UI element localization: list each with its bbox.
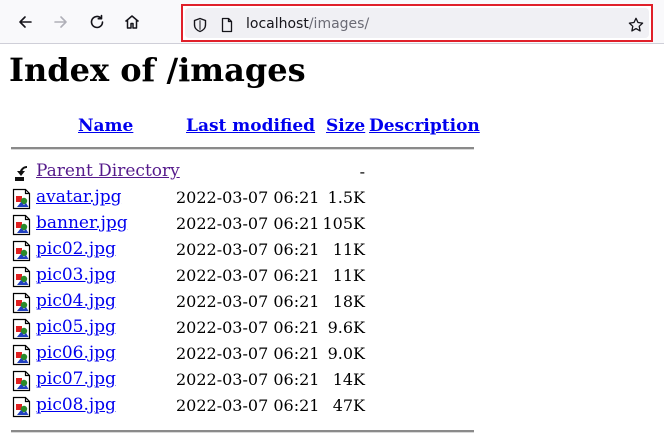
- file-link[interactable]: pic04.jpg: [36, 291, 116, 311]
- image-file-icon: [12, 292, 31, 314]
- file-last-modified: 2022-03-07 06:21: [176, 396, 320, 415]
- file-link[interactable]: banner.jpg: [36, 213, 128, 233]
- sort-by-name-link[interactable]: Name: [78, 116, 133, 136]
- file-last-modified: 2022-03-07 06:21: [176, 344, 320, 363]
- parent-directory-link[interactable]: Parent Directory: [36, 161, 180, 181]
- footer-divider: [11, 430, 474, 433]
- image-file-icon: [12, 318, 31, 340]
- file-last-modified: 2022-03-07 06:21: [176, 292, 320, 311]
- reload-icon: [90, 14, 104, 29]
- file-row: avatar.jpg 2022-03-07 06:21 1.5K: [0, 186, 480, 212]
- file-last-modified: 2022-03-07 06:21: [176, 214, 320, 233]
- file-link[interactable]: pic05.jpg: [36, 317, 116, 337]
- file-link[interactable]: pic02.jpg: [36, 239, 116, 259]
- image-file-icon: [12, 266, 31, 288]
- file-row: pic06.jpg 2022-03-07 06:21 9.0K: [0, 342, 480, 368]
- home-icon: [125, 15, 139, 29]
- file-row: pic03.jpg 2022-03-07 06:21 11K: [0, 264, 480, 290]
- file-size: 9.0K: [327, 344, 365, 363]
- back-folder-icon: [15, 166, 27, 181]
- sort-by-description-link[interactable]: Description: [369, 116, 480, 136]
- file-link[interactable]: pic06.jpg: [36, 343, 116, 363]
- file-row: pic07.jpg 2022-03-07 06:21 14K: [0, 368, 480, 394]
- reload-button[interactable]: [83, 8, 111, 36]
- url-text[interactable]: localhost/images/: [246, 16, 369, 32]
- file-size: 9.6K: [327, 318, 365, 337]
- page-icon[interactable]: [219, 17, 235, 33]
- file-row: pic05.jpg 2022-03-07 06:21 9.6K: [0, 316, 480, 342]
- file-last-modified: 2022-03-07 06:21: [176, 370, 320, 389]
- address-bar[interactable]: localhost/images/: [181, 4, 653, 42]
- file-last-modified: 2022-03-07 06:21: [176, 266, 320, 285]
- header-divider: [11, 147, 474, 150]
- file-size: 47K: [332, 396, 365, 415]
- sort-by-last-modified-link[interactable]: Last modified: [186, 116, 315, 136]
- sort-by-size-link[interactable]: Size: [326, 116, 365, 136]
- forward-arrow-icon: [54, 16, 67, 28]
- parent-directory-row: Parent Directory -: [0, 160, 480, 186]
- image-file-icon: [12, 396, 31, 418]
- shield-icon[interactable]: [192, 17, 208, 33]
- file-row: pic04.jpg 2022-03-07 06:21 18K: [0, 290, 480, 316]
- file-size: 105K: [322, 214, 366, 233]
- file-row: banner.jpg 2022-03-07 06:21 105K: [0, 212, 480, 238]
- image-file-icon: [12, 240, 31, 262]
- file-size: 1.5K: [327, 188, 365, 207]
- file-size: 18K: [332, 292, 365, 311]
- back-arrow-icon: [19, 16, 32, 28]
- file-last-modified: 2022-03-07 06:21: [176, 240, 320, 259]
- file-size: 11K: [332, 266, 365, 285]
- parent-size: -: [359, 162, 365, 181]
- image-file-icon: [12, 214, 31, 236]
- file-link[interactable]: pic03.jpg: [36, 265, 116, 285]
- url-path: /images/: [308, 16, 370, 32]
- address-field[interactable]: localhost/images/: [185, 8, 649, 38]
- home-button[interactable]: [118, 8, 146, 36]
- image-file-icon: [12, 344, 31, 366]
- file-row: pic02.jpg 2022-03-07 06:21 11K: [0, 238, 480, 264]
- page-title: Index of /images: [9, 51, 306, 89]
- file-row: pic08.jpg 2022-03-07 06:21 47K: [0, 394, 480, 420]
- file-size: 11K: [332, 240, 365, 259]
- file-link[interactable]: pic08.jpg: [36, 395, 116, 415]
- image-file-icon: [12, 188, 31, 210]
- bookmark-star-icon[interactable]: [628, 17, 644, 33]
- back-button[interactable]: [11, 8, 39, 36]
- file-link[interactable]: pic07.jpg: [36, 369, 116, 389]
- file-size: 14K: [332, 370, 365, 389]
- file-link[interactable]: avatar.jpg: [36, 187, 122, 207]
- url-host: localhost: [246, 16, 309, 32]
- image-file-icon: [12, 370, 31, 392]
- page-content: Index of /images Name Last modified Size…: [0, 44, 664, 436]
- file-last-modified: 2022-03-07 06:21: [176, 318, 320, 337]
- forward-button[interactable]: [47, 8, 75, 36]
- browser-toolbar: localhost/images/: [0, 0, 664, 44]
- file-last-modified: 2022-03-07 06:21: [176, 188, 320, 207]
